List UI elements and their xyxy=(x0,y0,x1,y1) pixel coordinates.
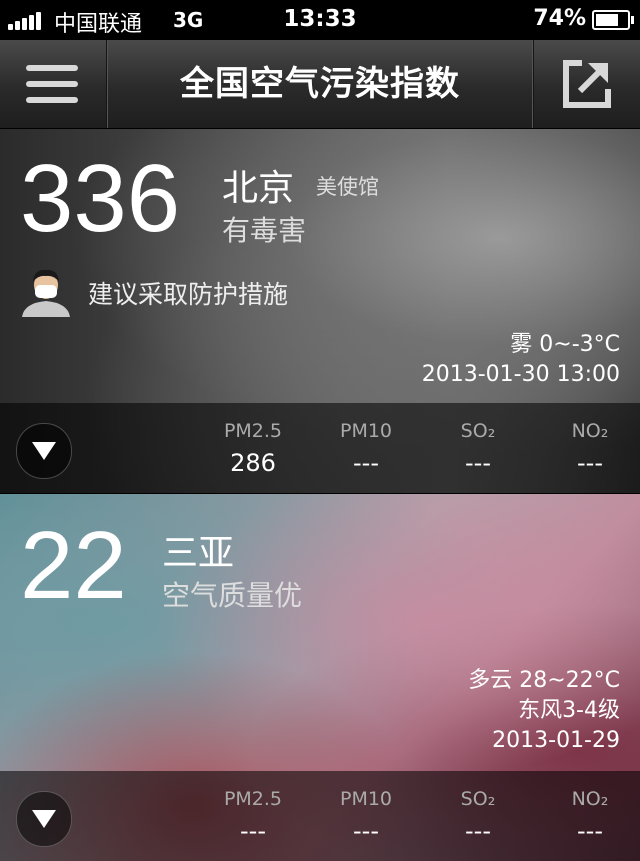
expand-button[interactable] xyxy=(16,791,72,847)
pollutant-no2: NO₂ --- xyxy=(535,785,640,849)
weather-info: 雾 0~-3°C 2013-01-30 13:00 xyxy=(422,330,620,390)
pollutant-pm10: PM10 --- xyxy=(311,785,421,849)
mask-person-icon xyxy=(22,269,70,317)
weather-text: 多云 28~22°C xyxy=(468,668,620,693)
pollutant-label: NO₂ xyxy=(571,788,609,810)
pollutant-value: --- xyxy=(240,817,266,845)
pollution-level: 有毒害 xyxy=(222,214,307,247)
triangle-down-icon xyxy=(32,810,56,828)
menu-button[interactable] xyxy=(0,40,107,128)
share-button[interactable] xyxy=(533,40,640,128)
nav-bar: 全国空气污染指数 xyxy=(0,40,640,129)
share-icon xyxy=(563,60,611,108)
station-name: 美使馆 xyxy=(316,175,379,199)
pollutant-pm10: PM10 --- xyxy=(311,417,421,481)
health-advice: 建议采取防护措施 xyxy=(88,280,289,309)
battery-icon xyxy=(592,10,634,30)
wind-text: 东风3-4级 xyxy=(518,698,620,723)
battery-percentage: 74% xyxy=(533,6,586,31)
pollutant-value: --- xyxy=(353,449,379,477)
pollutant-label: NO₂ xyxy=(571,420,609,442)
pollutant-label: SO₂ xyxy=(460,420,496,442)
weather-info: 多云 28~22°C 东风3-4级 2013-01-29 xyxy=(468,666,620,756)
city-card-beijing[interactable]: 336 北京 美使馆 有毒害 建议采取防护措施 雾 0~-3°C 2013-01… xyxy=(0,129,640,493)
pollutant-label: PM10 xyxy=(339,788,393,810)
pollutant-bar: PM2.5 --- PM10 --- SO₂ --- NO₂ --- xyxy=(0,771,640,861)
pollutant-pm25: PM2.5 286 xyxy=(198,417,308,481)
pollutant-value: --- xyxy=(465,817,491,845)
city-name: 三亚 xyxy=(162,533,235,574)
weather-text: 雾 0~-3°C xyxy=(510,332,620,357)
city-name: 北京 xyxy=(222,168,295,209)
pollutant-value: --- xyxy=(465,449,491,477)
status-bar: 中国联通 3G 13:33 74% xyxy=(0,0,640,40)
pollutant-bar: PM2.5 286 PM10 --- SO₂ --- NO₂ --- xyxy=(0,403,640,493)
city-card-sanya[interactable]: 22 三亚 空气质量优 多云 28~22°C 东风3-4级 2013-01-29… xyxy=(0,494,640,861)
expand-button[interactable] xyxy=(16,423,72,479)
aqi-value: 336 xyxy=(20,145,181,252)
pollutant-label: SO₂ xyxy=(460,788,496,810)
pollutant-label: PM2.5 xyxy=(223,420,283,442)
pollutant-value: --- xyxy=(577,449,603,477)
pollutant-label: PM10 xyxy=(339,420,393,442)
pollutant-value: --- xyxy=(353,817,379,845)
triangle-down-icon xyxy=(32,442,56,460)
update-time: 2013-01-29 xyxy=(492,728,620,753)
pollutant-so2: SO₂ --- xyxy=(423,417,533,481)
pollutant-value: 286 xyxy=(230,449,276,477)
pollutant-label: PM2.5 xyxy=(223,788,283,810)
pollutant-pm25: PM2.5 --- xyxy=(198,785,308,849)
pollution-level: 空气质量优 xyxy=(162,579,303,612)
pollutant-value: --- xyxy=(577,817,603,845)
update-time: 2013-01-30 13:00 xyxy=(421,362,620,387)
pollutant-no2: NO₂ --- xyxy=(535,417,640,481)
aqi-value: 22 xyxy=(20,512,127,619)
pollutant-so2: SO₂ --- xyxy=(423,785,533,849)
page-title: 全国空气污染指数 xyxy=(180,64,460,104)
